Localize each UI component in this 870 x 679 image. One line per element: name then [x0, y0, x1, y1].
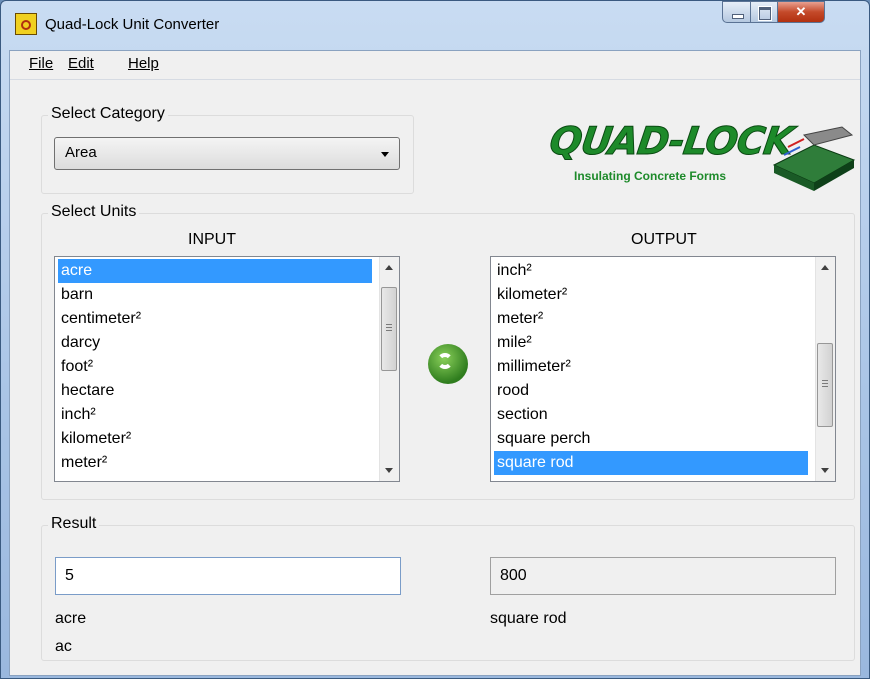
- menu-help[interactable]: Help: [125, 55, 162, 72]
- list-item[interactable]: millimeter²: [494, 355, 808, 379]
- list-item[interactable]: meter²: [58, 451, 372, 475]
- icf-wall-icon: [772, 126, 856, 191]
- maximize-button[interactable]: [750, 1, 778, 23]
- list-item[interactable]: centimeter²: [58, 307, 372, 331]
- list-item[interactable]: square rod: [494, 451, 808, 475]
- window-title: Quad-Lock Unit Converter: [45, 16, 220, 33]
- menu-edit[interactable]: Edit: [65, 55, 97, 72]
- list-item[interactable]: acre: [58, 259, 372, 283]
- category-select[interactable]: Area: [54, 137, 400, 170]
- scroll-down-icon[interactable]: [821, 468, 829, 473]
- scroll-up-icon[interactable]: [385, 265, 393, 270]
- title-bar[interactable]: Quad-Lock Unit Converter ✕: [1, 1, 869, 49]
- logo-tagline: Insulating Concrete Forms: [574, 169, 727, 183]
- app-window: Quad-Lock Unit Converter ✕ File Edit Hel…: [0, 0, 870, 679]
- list-item[interactable]: section: [494, 403, 808, 427]
- list-item[interactable]: rood: [494, 379, 808, 403]
- output-header: OUTPUT: [631, 231, 697, 248]
- maximize-icon: [758, 6, 772, 21]
- menu-file[interactable]: File: [26, 55, 56, 72]
- output-value-field: 800: [490, 557, 836, 595]
- category-select-value: Area: [65, 144, 97, 161]
- output-list-scrollbar[interactable]: [815, 257, 835, 481]
- output-unit-list[interactable]: inch² kilometer² meter² mile² millimeter² roo…: [490, 256, 836, 482]
- menu-bar: File Edit Help: [10, 51, 860, 80]
- list-item[interactable]: square perch: [494, 427, 808, 451]
- input-header: INPUT: [188, 231, 236, 248]
- units-group-label: Select Units: [48, 203, 140, 221]
- result-group-label: Result: [48, 515, 100, 533]
- scroll-down-icon[interactable]: [385, 468, 393, 473]
- logo-wordmark: QUAD-LOCK: [546, 119, 796, 164]
- output-unit-name: square rod: [490, 610, 567, 627]
- chevron-down-icon: [381, 152, 389, 157]
- list-item[interactable]: hectare: [58, 379, 372, 403]
- input-unit-name: acre: [55, 610, 87, 627]
- category-group-label: Select Category: [48, 105, 168, 123]
- list-item[interactable]: darcy: [58, 331, 372, 355]
- list-item[interactable]: meter²: [494, 307, 808, 331]
- list-item[interactable]: foot²: [58, 355, 372, 379]
- menu-help-label: Help: [128, 55, 159, 72]
- client-area: File Edit Help Select Category Area QUAD…: [9, 50, 861, 676]
- app-icon[interactable]: [15, 13, 37, 35]
- input-unit-abbrev: ac: [55, 638, 72, 655]
- minimize-icon: [732, 14, 744, 19]
- scroll-thumb[interactable]: [381, 287, 397, 371]
- close-button[interactable]: ✕: [777, 1, 825, 23]
- list-item[interactable]: mile²: [494, 331, 808, 355]
- minimize-button[interactable]: [722, 1, 751, 23]
- close-icon: ✕: [795, 4, 807, 19]
- menu-file-label: File: [29, 55, 54, 72]
- list-item[interactable]: kilometer²: [58, 427, 372, 451]
- list-item[interactable]: inch²: [58, 403, 372, 427]
- list-item[interactable]: inch²: [494, 259, 808, 283]
- list-item[interactable]: kilometer²: [494, 283, 808, 307]
- input-unit-list[interactable]: acre barn centimeter² darcy foot² hectare inch…: [54, 256, 400, 482]
- quad-lock-logo: QUAD-LOCK Insulating Concrete Forms: [542, 111, 862, 201]
- swap-units-icon[interactable]: [428, 344, 468, 384]
- input-value-field[interactable]: 5: [55, 557, 401, 595]
- list-item[interactable]: barn: [58, 283, 372, 307]
- menu-edit-label: Edit: [68, 55, 94, 72]
- input-list-scrollbar[interactable]: [379, 257, 399, 481]
- scroll-up-icon[interactable]: [821, 265, 829, 270]
- scroll-thumb[interactable]: [817, 343, 833, 427]
